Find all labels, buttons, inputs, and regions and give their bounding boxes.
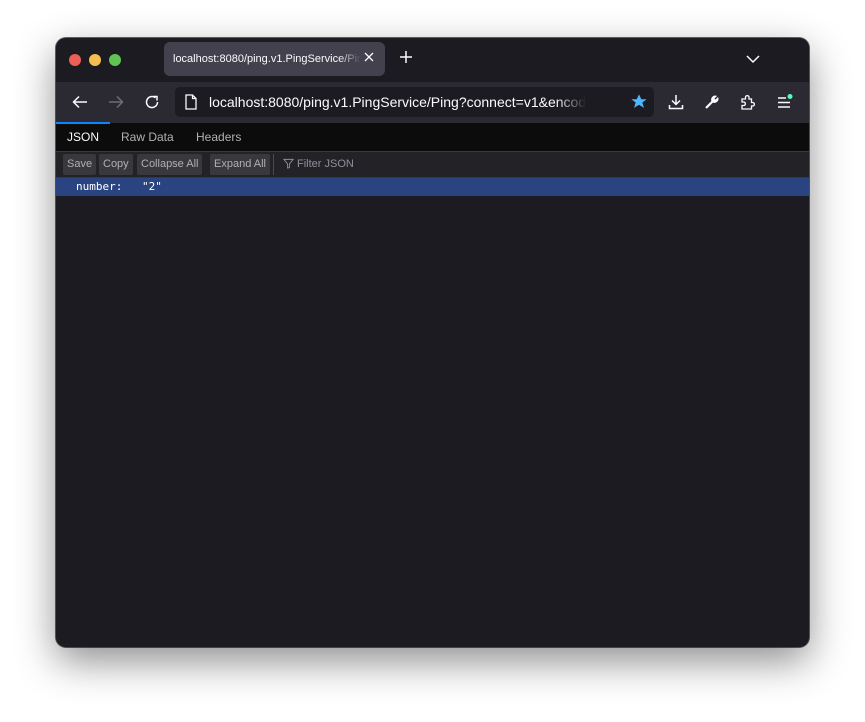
json-row[interactable]: number: "2": [56, 178, 809, 196]
arrow-right-icon: [109, 95, 124, 109]
navigation-toolbar: localhost:8080/ping.v1.PingService/Ping?…: [56, 82, 809, 122]
back-button[interactable]: [71, 93, 89, 111]
minimize-window-button[interactable]: [89, 54, 101, 66]
expand-all-button[interactable]: Expand All: [210, 154, 270, 175]
wrench-icon: [705, 95, 719, 109]
tab-raw-data[interactable]: Raw Data: [110, 123, 185, 151]
close-window-button[interactable]: [69, 54, 81, 66]
download-icon: [668, 95, 684, 110]
collapse-all-button[interactable]: Collapse All: [137, 154, 203, 175]
tab-title: localhost:8080/ping.v1.PingService/Ping?…: [173, 53, 361, 65]
json-value: "2": [142, 180, 162, 193]
chevron-down-icon: [746, 55, 760, 64]
filter-icon: [282, 158, 295, 169]
json-content-area: [56, 196, 809, 647]
tools-button[interactable]: [703, 93, 721, 111]
hamburger-menu-icon: [778, 94, 793, 108]
copy-button[interactable]: Copy: [99, 154, 133, 175]
tab-json[interactable]: JSON: [56, 122, 111, 151]
close-tab-icon[interactable]: [362, 51, 376, 65]
browser-window: localhost:8080/ping.v1.PingService/Ping?…: [56, 38, 809, 647]
url-bar[interactable]: localhost:8080/ping.v1.PingService/Ping?…: [175, 87, 654, 117]
filter-placeholder: Filter JSON: [297, 158, 354, 170]
list-all-tabs-button[interactable]: [745, 51, 761, 67]
reload-button[interactable]: [143, 93, 161, 111]
save-button[interactable]: Save: [63, 154, 97, 175]
json-key: number:: [76, 180, 123, 193]
json-toolbar: Save Copy Collapse All Expand All Filter…: [56, 151, 809, 178]
maximize-window-button[interactable]: [109, 54, 121, 66]
forward-button[interactable]: [107, 93, 125, 111]
extensions-button[interactable]: [739, 93, 757, 111]
puzzle-icon: [741, 95, 755, 110]
bookmark-star-icon[interactable]: [630, 93, 648, 111]
json-viewer-tabs: JSON Raw Data Headers: [56, 122, 809, 151]
filter-json-input[interactable]: Filter JSON: [273, 154, 354, 175]
downloads-button[interactable]: [667, 93, 685, 111]
app-menu-button[interactable]: [775, 93, 793, 111]
page-icon: [185, 94, 197, 110]
title-bar: localhost:8080/ping.v1.PingService/Ping?…: [56, 38, 809, 82]
tab-headers[interactable]: Headers: [185, 123, 252, 151]
arrow-left-icon: [72, 95, 87, 109]
new-tab-button[interactable]: [397, 49, 415, 67]
url-input[interactable]: localhost:8080/ping.v1.PingService/Ping?…: [209, 94, 586, 110]
browser-tab[interactable]: localhost:8080/ping.v1.PingService/Ping?…: [164, 42, 385, 76]
reload-icon: [145, 95, 159, 109]
